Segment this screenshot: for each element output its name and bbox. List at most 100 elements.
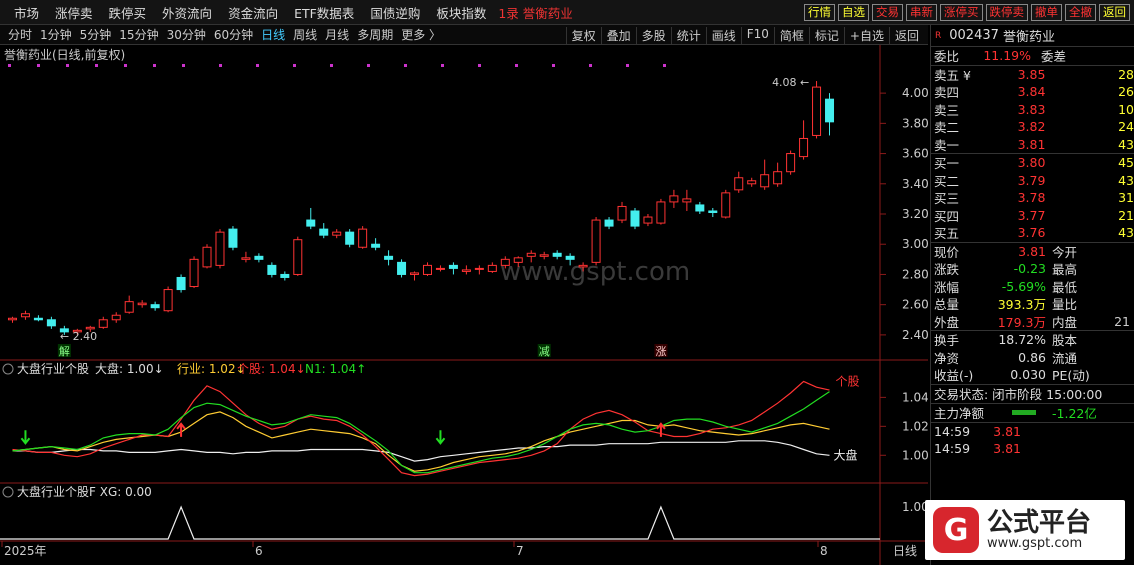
candle-body — [565, 255, 575, 260]
stat-label2: 今开 — [1052, 244, 1078, 260]
candle-body — [98, 319, 108, 328]
period-tab-1[interactable]: 1分钟 — [40, 26, 72, 43]
event-dot — [552, 64, 555, 67]
sell-label: 卖二 — [934, 120, 960, 136]
period-tab-8[interactable]: 月线 — [325, 26, 349, 43]
tool-button-6[interactable]: 简框 — [773, 27, 809, 44]
nav-item-6[interactable]: 国债逆购 — [370, 3, 420, 22]
ind1-toggle-icon[interactable] — [2, 363, 14, 375]
nav-item-5[interactable]: ETF数据表 — [294, 3, 354, 22]
top-button-4[interactable]: 涨停买 — [940, 4, 983, 21]
nav-item-1[interactable]: 涨停卖 — [55, 3, 93, 22]
candle-body — [747, 180, 757, 185]
period-tab-4[interactable]: 30分钟 — [167, 26, 206, 43]
top-button-0[interactable]: 行情 — [804, 4, 835, 21]
sell-price: 3.83 — [1017, 101, 1046, 117]
nav-item-4[interactable]: 资金流向 — [228, 3, 278, 22]
top-button-1[interactable]: 自选 — [838, 4, 869, 21]
tool-button-3[interactable]: 统计 — [670, 27, 706, 44]
top-button-7[interactable]: 全撤 — [1065, 4, 1096, 21]
period-tab-5[interactable]: 60分钟 — [214, 26, 253, 43]
stat2-value: 0.030 — [1010, 367, 1046, 383]
candle-body — [124, 301, 134, 313]
nav-item-3[interactable]: 外资流向 — [162, 3, 212, 22]
top-button-6[interactable]: 撤单 — [1031, 4, 1062, 21]
stat-label: 涨幅 — [934, 279, 960, 295]
tool-button-5[interactable]: F10 — [740, 27, 774, 44]
x-mode-label[interactable]: 日线 — [893, 544, 917, 558]
period-tabs: 分时 1分钟 5分钟 15分钟 30分钟 60分钟 日线 周线 月线 多周期 更多 〉 — [0, 26, 445, 43]
stat-label2: 最高 — [1052, 262, 1078, 278]
price-tick-label: 3.80 — [902, 116, 928, 130]
period-tab-7[interactable]: 周线 — [293, 26, 317, 43]
tool-button-0[interactable]: 复权 — [565, 27, 601, 44]
buy-volume: 21 — [1118, 207, 1134, 223]
price-tick-label: 2.80 — [902, 267, 928, 281]
ind2-toggle-icon[interactable] — [2, 486, 14, 498]
period-tab-0[interactable]: 分时 — [8, 26, 32, 43]
tool-button-8[interactable]: +自选 — [843, 27, 889, 44]
candle-body — [85, 326, 95, 330]
price-tick-label: 2.60 — [902, 298, 928, 312]
tool-button-7[interactable]: 标记 — [808, 27, 844, 44]
tool-button-2[interactable]: 多股 — [635, 27, 671, 44]
ratio-label: 委比 — [934, 49, 960, 65]
price-tick-label: 3.20 — [902, 207, 928, 221]
ind1-item-0: 大盘: 1.00↓ — [95, 361, 164, 376]
period-tab-6[interactable]: 日线 — [261, 26, 285, 43]
candle-body — [228, 228, 238, 248]
tick-price: 3.81 — [993, 423, 1021, 439]
tool-button-4[interactable]: 画线 — [705, 27, 741, 44]
series-line-大盘 — [12, 440, 830, 462]
ind1-tick-label: 1.04 — [902, 390, 928, 404]
event-dot — [441, 64, 444, 67]
buy-volume: 45 — [1118, 155, 1134, 171]
ind1-item-3: N1: 1.04↑ — [305, 362, 366, 376]
buy-price: 3.78 — [1017, 190, 1046, 206]
tool-button-1[interactable]: 叠加 — [600, 27, 636, 44]
stat-value2: 21 — [1114, 313, 1130, 329]
candle-body — [786, 153, 796, 173]
nav-stock[interactable]: 1录 誉衡药业 — [498, 3, 572, 22]
candle-body — [422, 264, 432, 275]
quote-header: R 002437 誉衡药业 — [931, 25, 1134, 47]
stat-row-2: 涨幅 -5.69% 最低 — [931, 278, 1134, 296]
top-button-5[interactable]: 跌停卖 — [985, 4, 1028, 21]
candle-body — [604, 219, 614, 227]
price-tick-label: 3.00 — [902, 237, 928, 251]
ind1-item-1: 行业: 1.02↓ — [177, 362, 246, 376]
period-tab-3[interactable]: 15分钟 — [119, 26, 158, 43]
tick-price: 3.81 — [993, 441, 1021, 457]
event-dot — [330, 64, 333, 67]
candle-body — [656, 201, 666, 224]
sell-row-1: 卖四 3.84 26 — [931, 83, 1134, 101]
candle-body — [669, 195, 679, 203]
buy-label: 买一 — [934, 156, 960, 172]
period-tab-9[interactable]: 多周期 — [357, 26, 393, 43]
top-button-2[interactable]: 交易 — [872, 4, 903, 21]
candle-body — [812, 86, 822, 136]
period-tab-2[interactable]: 5分钟 — [80, 26, 112, 43]
low-label: ← 2.40 — [60, 330, 97, 343]
top-button-3[interactable]: 串新 — [906, 4, 937, 21]
sell-price: 3.82 — [1017, 119, 1046, 135]
price-tick-label: 3.40 — [902, 177, 928, 191]
nav-item-0[interactable]: 市场 — [14, 3, 39, 22]
nav-item-2[interactable]: 跌停买 — [109, 3, 147, 22]
main-nav: 市场 涨停卖 跌停买 外资流向 资金流向 ETF数据表 国债逆购 板块指数 1录 誉衡药业 — [0, 3, 581, 22]
candle-body — [215, 231, 225, 266]
ind1-item-2: 个股: 1.04↓ — [237, 362, 306, 376]
stat2-label: 收益(-) — [934, 368, 974, 384]
tool-button-9[interactable]: 返回 — [888, 27, 924, 44]
period-tab-10[interactable]: 更多 〉 — [401, 26, 441, 43]
nav-item-7[interactable]: 板块指数 — [436, 3, 486, 22]
sell-label: 卖三 — [934, 102, 960, 118]
sell-block: 卖五 ¥ 3.85 28 卖四 3.84 26 卖三 3.83 10 卖二 3.82 24 卖一 3.81… — [931, 64, 1134, 154]
event-dot — [256, 64, 259, 67]
stat-value: -5.69% — [1001, 278, 1046, 294]
kline-chart[interactable]: 誉衡药业(日线,前复权) 4.00 3.80 3.60 3.40 3.20 3.00 2.80… — [0, 45, 928, 565]
top-button-8[interactable]: 返回 — [1099, 4, 1130, 21]
candle-body — [384, 255, 394, 260]
buy-price: 3.76 — [1017, 225, 1046, 241]
buy-price: 3.79 — [1017, 172, 1046, 188]
